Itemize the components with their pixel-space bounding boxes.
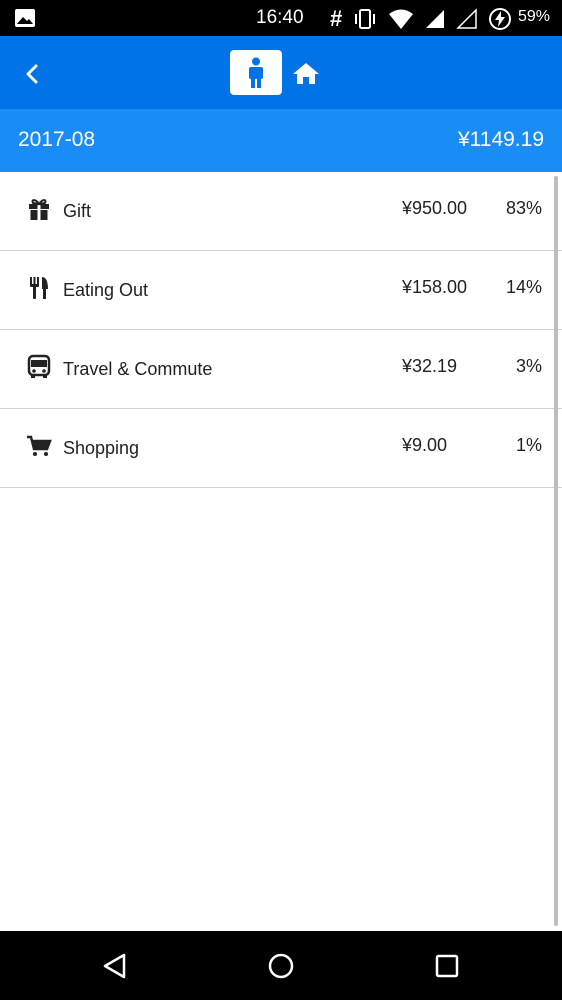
summary-bar: 2017-08 ¥1149.19 — [0, 109, 562, 172]
recents-square-icon[interactable] — [432, 951, 462, 981]
gift-icon — [29, 199, 49, 220]
wifi-icon — [389, 9, 414, 29]
category-percent: 1% — [515, 435, 542, 455]
list-item-eating-out[interactable]: Eating Out ¥158.00 14% — [0, 251, 562, 330]
home-icon — [293, 62, 319, 84]
category-percent: 14% — [505, 277, 542, 297]
home-view-toggle[interactable] — [286, 50, 326, 95]
status-time: 16:40 — [256, 7, 304, 28]
navigation-bar — [0, 931, 562, 1000]
back-triangle-icon[interactable] — [100, 951, 130, 981]
app-header — [0, 36, 562, 109]
category-list: Gift ¥950.00 83% Eating Out ¥158.00 14% … — [0, 172, 562, 488]
signal-icon — [426, 10, 445, 28]
bus-icon — [27, 354, 51, 378]
image-icon — [15, 9, 35, 27]
category-amount: ¥158.00 — [402, 277, 468, 297]
category-name: Shopping — [63, 438, 140, 458]
period-label: 2017-08 — [18, 128, 96, 151]
hash-icon: # — [330, 6, 343, 31]
battery-charging-icon — [489, 8, 512, 30]
list-item-gift[interactable]: Gift ¥950.00 83% — [0, 172, 562, 251]
category-name: Eating Out — [63, 280, 149, 300]
cart-icon — [27, 435, 52, 456]
category-percent: 3% — [515, 356, 542, 376]
vibrate-icon — [355, 9, 376, 29]
category-name: Gift — [63, 201, 92, 221]
total-amount: ¥1149.19 — [457, 128, 544, 151]
category-amount: ¥9.00 — [402, 435, 448, 455]
category-percent: 83% — [505, 198, 542, 218]
list-item-shopping[interactable]: Shopping ¥9.00 1% — [0, 409, 562, 488]
utensils-icon — [30, 277, 48, 299]
category-name: Travel & Commute — [63, 359, 213, 379]
status-bar: 16:40 # 59% — [0, 0, 562, 36]
person-view-toggle[interactable] — [230, 50, 282, 95]
list-item-travel-commute[interactable]: Travel & Commute ¥32.19 3% — [0, 330, 562, 409]
battery-percent: 59% — [518, 8, 551, 25]
home-circle-icon[interactable] — [266, 951, 296, 981]
category-amount: ¥950.00 — [402, 198, 468, 218]
scrollbar[interactable] — [554, 176, 558, 926]
chevron-left-icon[interactable] — [18, 60, 46, 88]
person-icon — [249, 57, 263, 88]
status-icons: # — [330, 6, 512, 32]
signal-empty-icon — [456, 8, 477, 29]
category-amount: ¥32.19 — [402, 356, 458, 376]
